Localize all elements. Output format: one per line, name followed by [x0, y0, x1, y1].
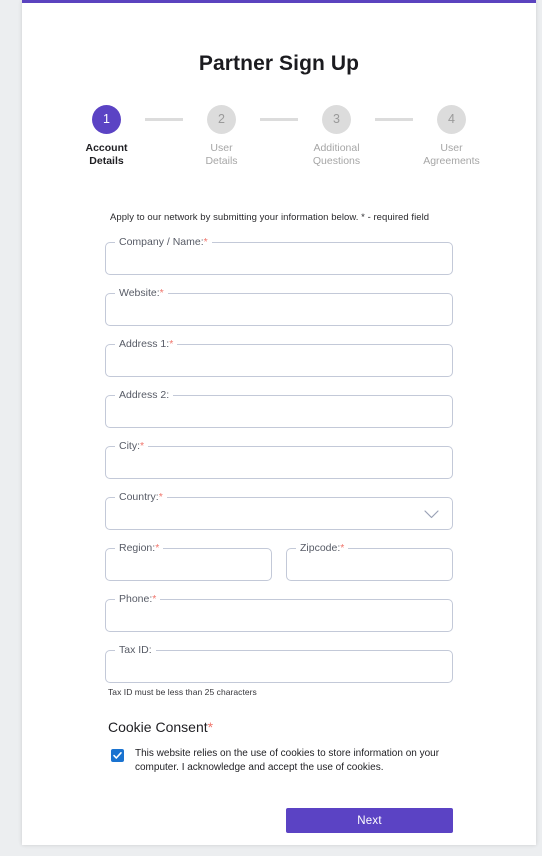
city-input[interactable] — [106, 442, 452, 478]
step-number-badge: 1 — [92, 105, 121, 134]
company-name-input[interactable] — [106, 238, 452, 274]
field-city: City:* — [105, 441, 453, 479]
website-input[interactable] — [106, 289, 452, 325]
step-label: Account Details — [85, 142, 128, 167]
tax-id-input[interactable] — [106, 646, 452, 682]
page-title: Partner Sign Up — [198, 52, 360, 75]
address1-input[interactable] — [106, 340, 452, 376]
field-website: Website:* — [105, 288, 453, 326]
required-asterisk: * — [207, 719, 214, 735]
step-label: User Details — [205, 142, 238, 167]
field-zipcode: Zipcode:* — [286, 543, 453, 581]
signup-form: Apply to our network by submitting your … — [105, 168, 453, 833]
form-actions: Next — [105, 808, 453, 833]
step-connector-1 — [145, 118, 183, 121]
form-intro-text: Apply to our network by submitting your … — [110, 212, 430, 223]
top-accent-bar — [22, 0, 536, 3]
field-tax-id: Tax ID: — [105, 645, 453, 683]
field-region: Region:* — [105, 543, 272, 581]
step-connector-3 — [375, 118, 413, 121]
stepper-step-additional-questions[interactable]: 3 Additional Questions — [298, 105, 375, 168]
field-address1: Address 1:* — [105, 339, 453, 377]
step-number-badge: 3 — [322, 105, 351, 134]
stepper-step-user-details[interactable]: 2 User Details — [183, 105, 260, 168]
checkmark-icon — [113, 752, 122, 759]
zipcode-input[interactable] — [287, 544, 452, 580]
page-shell: Partner Sign Up 1 Account Details 2 User… — [0, 0, 542, 856]
stepper-step-account-details[interactable]: 1 Account Details — [68, 105, 145, 168]
tax-id-helper-text: Tax ID must be less than 25 characters — [108, 687, 257, 697]
step-number-badge: 4 — [437, 105, 466, 134]
field-country: Country:* — [105, 492, 453, 530]
step-label: Additional Questions — [312, 142, 361, 167]
country-select[interactable] — [106, 493, 452, 529]
progress-stepper: 1 Account Details 2 User Details 3 Addit… — [30, 105, 528, 168]
field-phone: Phone:* — [105, 594, 453, 632]
field-company-name: Company / Name:* — [105, 237, 453, 275]
address2-input[interactable] — [106, 391, 452, 427]
region-zipcode-row: Region:* Zipcode:* — [105, 543, 453, 581]
cookie-consent-row: This website relies on the use of cookie… — [111, 747, 453, 775]
phone-input[interactable] — [106, 595, 452, 631]
region-input[interactable] — [106, 544, 271, 580]
cookie-consent-checkbox[interactable] — [111, 749, 124, 762]
field-address2: Address 2: — [105, 390, 453, 428]
step-number-badge: 2 — [207, 105, 236, 134]
cookie-consent-heading: Cookie Consent* — [108, 719, 214, 735]
next-button[interactable]: Next — [286, 808, 453, 833]
step-label: User Agreements — [423, 142, 480, 167]
signup-card: Partner Sign Up 1 Account Details 2 User… — [22, 0, 536, 845]
stepper-step-user-agreements[interactable]: 4 User Agreements — [413, 105, 490, 168]
step-connector-2 — [260, 118, 298, 121]
cookie-consent-text: This website relies on the use of cookie… — [135, 748, 440, 773]
